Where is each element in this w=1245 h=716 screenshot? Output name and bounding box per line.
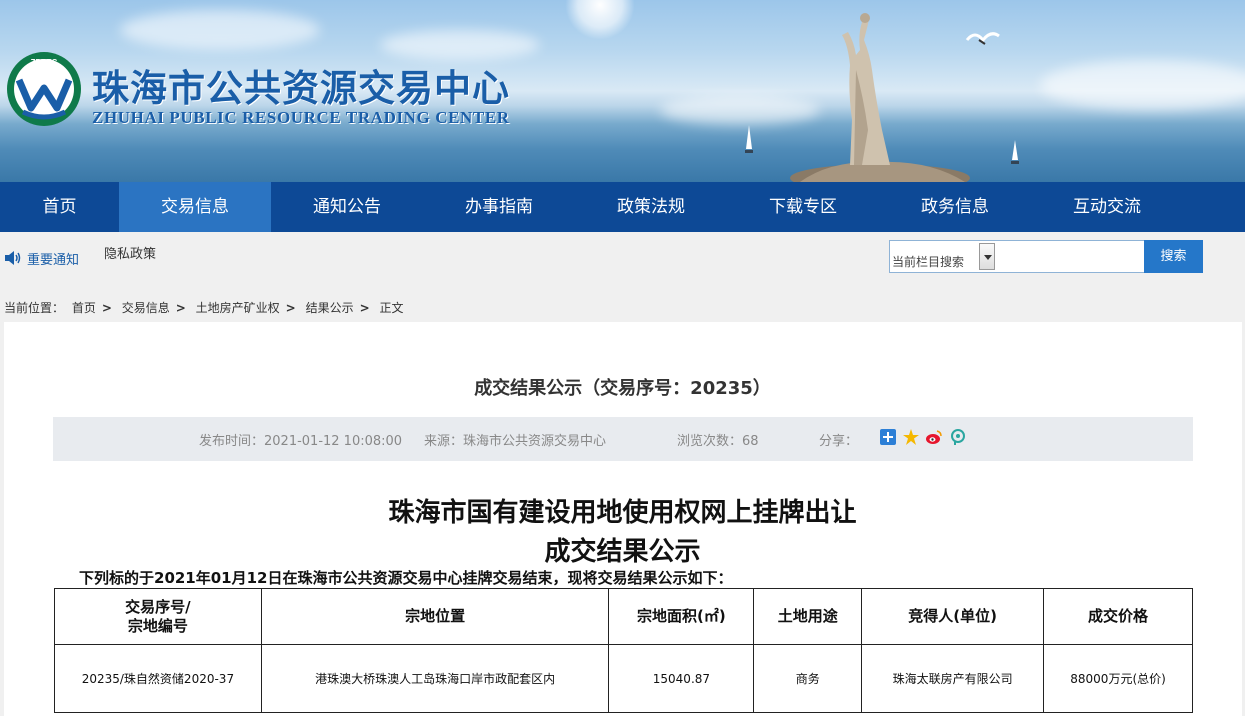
nav-item-trading-info[interactable]: 交易信息 [119,182,271,232]
column-header-use: 土地用途 [753,588,863,645]
header-banner: ZPRTC 珠海市公共资源交易中心 ZHUHAI PUBLIC RESOURCE… [0,0,1245,182]
breadcrumb-trading-info[interactable]: 交易信息 [122,301,170,315]
cloud [380,30,540,60]
chevron-right-icon: > [175,301,186,315]
article-title: 成交结果公示（交易序号：20235） [474,378,771,399]
main-nav: 首页 交易信息 通知公告 办事指南 政策法规 下载专区 政务信息 互动交流 [0,182,1245,232]
cell-id: 20235/珠自然资储2020-37 [54,644,262,713]
nav-item-policies[interactable]: 政策法规 [575,182,727,232]
privacy-policy-link[interactable]: 隐私政策 [104,243,156,262]
nav-item-interaction[interactable]: 互动交流 [1031,182,1183,232]
site-title-cn: 珠海市公共资源交易中心 [92,66,510,110]
sailboat-icon [1011,140,1019,164]
nav-item-announcements[interactable]: 通知公告 [271,182,423,232]
table-row: 20235/珠自然资储2020-37 港珠澳大桥珠澳人工岛珠海口岸市政配套区内 … [54,644,1193,713]
breadcrumb: 当前位置： 首页 > 交易信息 > 土地房产矿业权 > 结果公示 > 正文 [4,299,407,316]
chevron-right-icon: > [101,301,112,315]
search-scope-select[interactable]: 当前栏目搜索 [892,253,964,270]
chevron-right-icon: > [285,301,296,315]
chevron-down-icon[interactable] [979,243,995,270]
fisher-girl-statue [790,13,970,182]
wechat-icon[interactable] [950,429,966,445]
speaker-icon [5,251,21,265]
nav-item-home[interactable]: 首页 [0,182,119,232]
column-header-area: 宗地面积(㎡) [608,588,755,645]
cloud [1040,60,1245,110]
site-title-en: ZHUHAI PUBLIC RESOURCE TRADING CENTER [92,108,510,127]
column-header-location: 宗地位置 [260,588,610,645]
results-table: 交易序号/ 宗地编号 宗地位置 宗地面积(㎡) 土地用途 竞得人(单位) 成交价… [54,588,1193,713]
share-plus-icon[interactable] [880,429,896,445]
breadcrumb-home[interactable]: 首页 [72,301,96,315]
chevron-right-icon: > [359,301,370,315]
cloud [120,10,320,50]
cell-winner: 珠海太联房产有限公司 [861,644,1045,713]
sailboat-icon [745,125,753,153]
nav-item-government-info[interactable]: 政务信息 [879,182,1031,232]
zprtc-logo-icon: ZPRTC [7,52,81,126]
cell-area: 15040.87 [608,644,755,713]
table-header-row: 交易序号/ 宗地编号 宗地位置 宗地面积(㎡) 土地用途 竞得人(单位) 成交价… [54,588,1193,645]
important-notice-label: 重要通知 [27,253,80,268]
logo-badge-text: ZPRTC [31,58,58,67]
weibo-icon[interactable] [926,429,942,445]
intro-paragraph: 下列标的于2021年01月12日在珠海市公共资源交易中心挂牌交易结束，现将交易结… [79,569,733,587]
breadcrumb-results[interactable]: 结果公示 [306,301,354,315]
column-header-price: 成交价格 [1043,588,1193,645]
seagull-icon [965,32,1000,45]
nav-item-service-guide[interactable]: 办事指南 [423,182,575,232]
cell-price: 88000万元(总价) [1043,644,1193,713]
publish-time: 发布时间：2021-01-12 10:08:00 [199,434,403,449]
column-header-id-line2: 宗地编号 [127,616,188,635]
document-title-line1: 珠海市国有建设用地使用权网上挂牌出让 [388,498,857,528]
nav-item-downloads[interactable]: 下载专区 [727,182,879,232]
search-button[interactable]: 搜索 [1144,240,1203,273]
document-title-line2: 成交结果公示 [544,537,701,567]
column-header-winner: 竞得人(单位) [861,588,1045,645]
column-header-id: 交易序号/ 宗地编号 [54,588,262,645]
share-label: 分享： [819,434,859,449]
search-input[interactable] [997,243,1143,270]
article-source: 来源：珠海市公共资源交易中心 [424,434,607,449]
cell-use: 商务 [753,644,863,713]
sun-glow [565,0,635,40]
view-count: 浏览次数：68 [677,434,759,449]
qzone-star-icon[interactable] [903,429,919,445]
breadcrumb-current: 正文 [379,301,404,315]
cell-location: 港珠澳大桥珠澳人工岛珠海口岸市政配套区内 [260,644,610,713]
breadcrumb-land-property[interactable]: 土地房产矿业权 [196,301,280,315]
column-header-id-line1: 交易序号/ [125,597,191,616]
breadcrumb-label: 当前位置： [4,301,65,315]
